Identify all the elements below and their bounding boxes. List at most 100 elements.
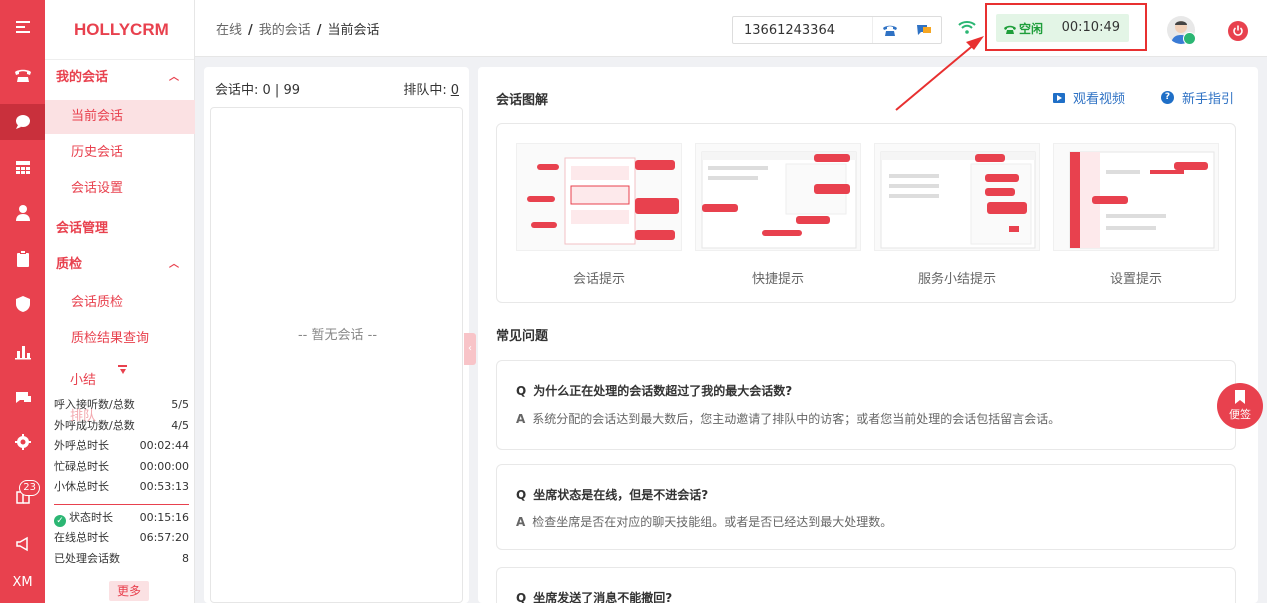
menu-quality-result[interactable]: 质检结果查询 xyxy=(45,322,195,356)
more-button[interactable]: 更多 xyxy=(109,581,149,601)
main-panel: 会话图解 观看视频 ? 新手指引 会话提示 快捷提示 服务小结提示 设置提示 常… xyxy=(478,67,1258,603)
stat-label: 小休总时长 xyxy=(54,480,109,493)
stat-value: 00:02:44 xyxy=(139,439,189,452)
divider xyxy=(54,503,189,505)
workspace-label[interactable]: XM xyxy=(0,575,45,590)
thumbnail-caption: 设置提示 xyxy=(1109,272,1162,287)
question-text: 为什么正在处理的会话数超过了我的最大会话数? xyxy=(533,384,793,398)
queue-count: 排队中: 0 xyxy=(403,79,459,98)
stat-label: 外呼总时长 xyxy=(54,439,109,452)
chat-icon[interactable] xyxy=(0,104,45,140)
phone-icon[interactable] xyxy=(0,57,45,93)
top-header: 在线 / 我的会话 / 当前会话 空闲 00:10:49 xyxy=(195,0,1267,57)
session-list-panel: 会话中: 0 | 99 排队中: 0 -- 暂无会话 -- xyxy=(204,67,469,603)
menu-history-session[interactable]: 历史会话 xyxy=(45,136,195,170)
chevron-up-icon: ︿ xyxy=(169,259,179,270)
question-text: 坐席状态是在线，但是不进会话? xyxy=(533,488,709,502)
watch-video-link[interactable]: 观看视频 xyxy=(1053,88,1125,107)
faq-item[interactable]: Q 坐席状态是在线，但是不进会话? A 检查坐席是否在对应的聊天技能组。或者是否已经… xyxy=(496,464,1236,550)
faq-title: 常见问题 xyxy=(496,329,549,344)
online-status-icon xyxy=(1183,32,1196,45)
breadcrumb-item[interactable]: 我的会话 xyxy=(259,23,311,38)
phone-dial-box xyxy=(732,16,942,44)
stat-label: 状态时长 xyxy=(69,510,113,524)
group-quality[interactable]: 质检 ︿ xyxy=(45,251,195,279)
answer-text: 系统分配的会话达到最大数后，您主动邀请了排队中的访客；或者您当前处理的会话包括留… xyxy=(532,412,1061,426)
thumbnail-session-tip[interactable] xyxy=(516,143,682,251)
status-label-wrap: 空闲 xyxy=(1004,20,1043,37)
shield-icon[interactable] xyxy=(0,286,45,322)
notification-badge: 23 xyxy=(19,480,40,496)
breadcrumb-separator: / xyxy=(316,23,322,38)
thumbnail-summary-tip[interactable] xyxy=(874,143,1040,251)
question-mark: Q xyxy=(516,384,527,398)
thumbnail-caption: 服务小结提示 xyxy=(917,272,996,287)
stat-label: 忙碌总时长 xyxy=(54,459,109,473)
stat-value: 00:15:16 xyxy=(139,510,189,524)
gear-icon[interactable] xyxy=(0,424,45,460)
stat-row: 在线总时长 06:57:20 xyxy=(54,528,189,549)
power-icon[interactable] xyxy=(1228,21,1248,41)
guide-link[interactable]: ? 新手指引 xyxy=(1161,88,1234,107)
sms-icon[interactable] xyxy=(916,23,932,37)
stat-label: 在线总时长 xyxy=(54,531,109,544)
bar-chart-icon[interactable] xyxy=(0,333,45,369)
faq-question: Q 坐席发送了消息不能撤回? xyxy=(516,589,672,603)
stats-panel: 小结排队 呼入接听数/总数 5/5 外呼成功数/总数 4/5 外呼总时长 00:02:… xyxy=(45,363,195,569)
menu-session-settings[interactable]: 会话设置 xyxy=(45,172,195,206)
stat-value: 5/5 xyxy=(171,398,189,411)
help-icon: ? xyxy=(1161,91,1174,104)
group-my-sessions[interactable]: 我的会话 ︿ xyxy=(45,64,195,92)
note-label: 便签 xyxy=(1229,408,1251,421)
watch-video-label: 观看视频 xyxy=(1073,92,1126,107)
queue-value[interactable]: 0 xyxy=(451,83,459,98)
note-button[interactable]: 便签 xyxy=(1217,383,1263,429)
export-icon[interactable]: 23 xyxy=(0,478,45,514)
faq-item[interactable]: Q 为什么正在处理的会话数超过了我的最大会话数? A 系统分配的会话达到最大数后，您… xyxy=(496,360,1236,450)
stat-label: 已处理会话数 xyxy=(54,551,120,565)
breadcrumb-item[interactable]: 在线 xyxy=(216,23,242,38)
tab-summary[interactable]: 小结 xyxy=(70,363,146,399)
stat-row: 小休总时长 00:53:13 xyxy=(54,477,189,498)
in-session-value: 0 | 99 xyxy=(262,83,300,98)
diagram-card: 会话提示 快捷提示 服务小结提示 设置提示 xyxy=(496,123,1236,303)
faq-item[interactable]: Q 坐席发送了消息不能撤回? xyxy=(496,567,1236,603)
faq-question: Q 坐席状态是在线，但是不进会话? xyxy=(516,486,708,503)
menu-icon[interactable] xyxy=(0,9,45,45)
phone-icon xyxy=(1004,25,1016,34)
in-session-label: 会话中: xyxy=(215,83,259,98)
collapse-toggle[interactable]: ‹ xyxy=(464,333,476,365)
bookmark-icon xyxy=(1235,390,1245,404)
icon-rail: 23 XM xyxy=(0,0,45,603)
status-timer: 00:10:49 xyxy=(1061,20,1120,35)
answer-mark: A xyxy=(516,515,526,529)
user-icon[interactable] xyxy=(0,195,45,231)
status-label: 空闲 xyxy=(1019,22,1044,36)
breadcrumb: 在线 / 我的会话 / 当前会话 xyxy=(216,19,380,38)
group-session-manage[interactable]: 会话管理 xyxy=(45,215,195,243)
phone-input[interactable] xyxy=(733,17,873,43)
grid-icon[interactable] xyxy=(0,150,45,186)
faq-question: Q 为什么正在处理的会话数超过了我的最大会话数? xyxy=(516,382,792,399)
clipboard-icon[interactable] xyxy=(0,241,45,277)
thumbnail-settings-tip[interactable] xyxy=(1053,143,1219,251)
video-icon xyxy=(1053,92,1065,103)
question-mark: Q xyxy=(516,488,527,502)
in-session-count: 会话中: 0 | 99 xyxy=(215,79,300,98)
submenu: HOLLYCRM 我的会话 ︿ 当前会话 历史会话 会话设置 会话管理 质检 ︿… xyxy=(45,0,195,603)
tab-queue[interactable]: 排队 xyxy=(70,399,146,435)
menu-session-quality[interactable]: 会话质检 xyxy=(45,286,195,320)
thumbnail-caption: 快捷提示 xyxy=(751,272,804,287)
dial-phone-icon[interactable] xyxy=(882,23,898,37)
stat-row: ✓ 状态时长 00:15:16 xyxy=(54,508,189,529)
menu-current-session[interactable]: 当前会话 xyxy=(45,100,195,134)
thumbnail-quick-tip[interactable] xyxy=(695,143,861,251)
wifi-icon xyxy=(958,21,976,34)
group-my-sessions-label: 我的会话 xyxy=(56,70,109,85)
announce-icon[interactable] xyxy=(0,526,45,562)
chevron-up-icon: ︿ xyxy=(169,72,179,83)
stat-value: 8 xyxy=(182,551,189,565)
message-icon[interactable] xyxy=(0,380,45,416)
stat-value: 4/5 xyxy=(171,418,189,432)
agent-status[interactable]: 空闲 00:10:49 xyxy=(996,14,1129,42)
